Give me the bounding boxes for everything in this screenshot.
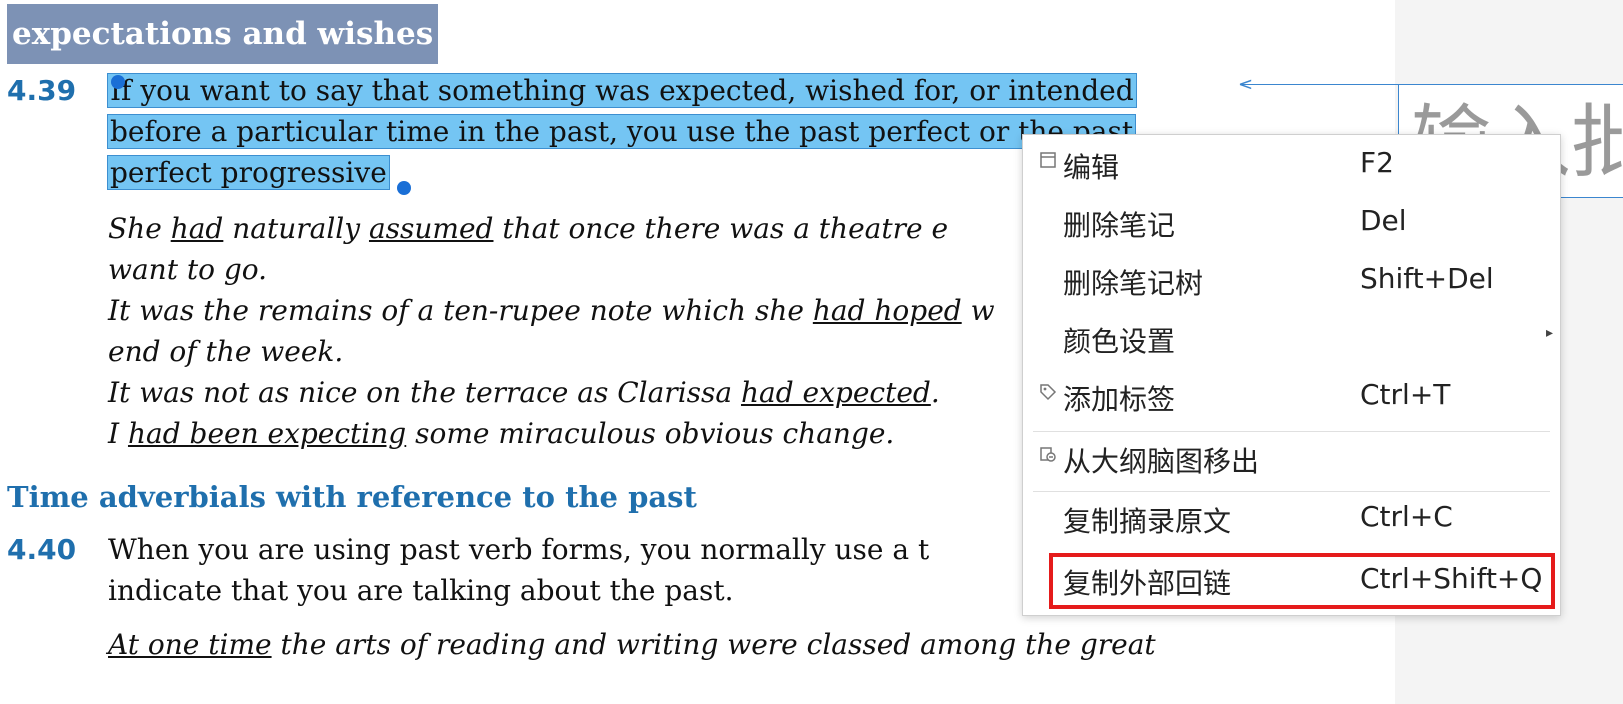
excerpt-line-2: before a particular time in the past, yo… (106, 114, 1137, 149)
menu-item-remove-from-outline[interactable]: 从大纲脑图移出 (1023, 431, 1560, 489)
example-line: It was the remains of a ten-rupee note w… (108, 294, 995, 327)
link-arrow-icon: < (1238, 74, 1254, 95)
selection-start-handle[interactable] (111, 75, 125, 89)
excerpt-line-1: If you want to say that something was ex… (107, 73, 1137, 108)
window-icon (1035, 151, 1061, 177)
annotation-link-line (1240, 84, 1398, 85)
paragraph-text: When you are using past verb forms, you … (108, 533, 930, 566)
menu-item-delete-note-tree[interactable]: 删除笔记树 Shift+Del (1023, 253, 1560, 311)
example-line: It was not as nice on the terrace as Cla… (108, 376, 940, 409)
section-heading: expectations and wishes (7, 4, 439, 64)
example-line: I had been expecting some miraculous obv… (108, 417, 895, 450)
menu-item-color-settings[interactable]: 颜色设置 ▸ (1023, 311, 1560, 369)
selection-end-handle[interactable] (397, 181, 411, 195)
menu-item-copy-excerpt[interactable]: 复制摘录原文 Ctrl+C (1023, 491, 1560, 549)
menu-item-add-tag[interactable]: 添加标签 Ctrl+T (1023, 369, 1560, 427)
remove-from-outline-icon (1035, 445, 1061, 471)
example-line: At one time the arts of reading and writ… (108, 628, 1156, 661)
menu-item-copy-external-backlink[interactable]: 复制外部回链 Ctrl+Shift+Q (1049, 553, 1555, 609)
menu-item-delete-note[interactable]: 删除笔记 Del (1023, 195, 1560, 253)
excerpt-line-3: perfect progressive (107, 155, 390, 190)
example-line: end of the week. (108, 335, 344, 368)
example-line: She had naturally assumed that once ther… (108, 212, 949, 245)
paragraph-number-4-40: 4.40 (7, 533, 77, 566)
menu-item-edit[interactable]: 编辑 F2 (1023, 137, 1560, 195)
context-menu: 编辑 F2 删除笔记 Del 删除笔记树 Shift+Del 颜色设置 ▸ 添加… (1022, 134, 1561, 616)
paragraph-number-4-39: 4.39 (7, 74, 77, 107)
paragraph-text: indicate that you are talking about the … (108, 574, 734, 607)
example-line: want to go. (108, 253, 268, 286)
submenu-arrow-icon: ▸ (1546, 325, 1554, 341)
tag-icon (1035, 383, 1061, 409)
subheading: Time adverbials with reference to the pa… (7, 480, 697, 514)
